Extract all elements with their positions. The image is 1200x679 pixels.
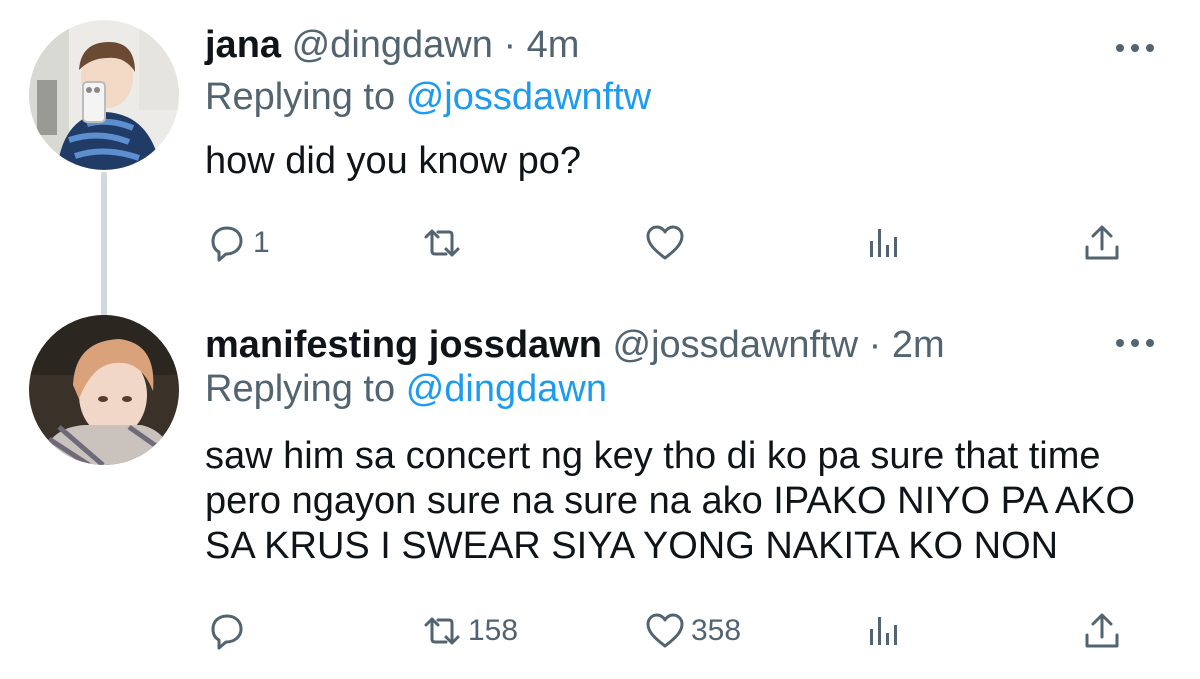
separator-dot: · [503,24,517,66]
tweet[interactable]: jana @dingdawn · 4m Replying to @jossdaw… [0,0,1200,300]
like-button[interactable] [643,218,691,268]
analytics-button[interactable] [862,218,906,268]
tweet-text: saw him sa concert ng key tho di ko pa s… [205,434,1175,569]
retweet-count: 158 [468,614,519,647]
reply-button[interactable]: 1 [205,218,270,268]
reply-icon [211,226,243,262]
retweet-icon [424,617,460,645]
more-horizontal-icon [1116,339,1124,347]
tweet-text: how did you know po? [205,139,581,184]
avatar-photo [29,315,179,465]
display-name[interactable]: manifesting jossdawn [205,324,602,366]
share-button[interactable] [1080,218,1124,268]
more-horizontal-icon [1116,44,1124,52]
avatar[interactable] [29,20,179,170]
timestamp[interactable]: 2m [892,324,945,366]
reply-icon [211,614,243,650]
tweet-text-line: saw him sa concert ng key tho di ko pa s… [205,435,1101,477]
display-name[interactable]: jana [205,24,281,66]
heart-icon [646,613,684,648]
tweet-header: manifesting jossdawn @jossdawnftw · 2m [205,322,945,368]
replying-to-label: Replying to [205,368,396,410]
like-button[interactable]: 358 [643,606,741,656]
replying-to-label: Replying to [205,76,396,118]
avatar-photo [29,20,179,170]
avatar[interactable] [29,315,179,465]
analytics-icon [870,617,897,645]
tweet-actions: 158 358 [205,606,1145,656]
analytics-button[interactable] [862,606,906,656]
retweet-button[interactable] [420,218,468,268]
tweet[interactable]: manifesting jossdawn @jossdawnftw · 2m R… [0,300,1200,679]
heart-icon [646,225,684,260]
user-handle[interactable]: @jossdawnftw [613,324,859,366]
reply-count: 1 [253,226,270,259]
tweet-header: jana @dingdawn · 4m [205,22,579,68]
retweet-button[interactable]: 158 [420,606,518,656]
tweet-actions: 1 [205,218,1145,268]
analytics-icon [870,229,897,257]
share-button[interactable] [1080,606,1124,656]
like-count: 358 [691,614,742,647]
retweet-icon [424,229,460,257]
separator-dot: · [868,324,882,366]
timestamp[interactable]: 4m [527,24,580,66]
more-options-button[interactable] [1116,335,1156,349]
tweet-text-line: SA KRUS I SWEAR SIYA YONG NAKITA KO NON [205,525,1059,567]
mention-link[interactable]: @jossdawnftw [406,76,652,118]
reply-button[interactable] [205,606,253,656]
tweet-text-line: how did you know po? [205,140,582,182]
share-icon [1085,225,1119,260]
mention-link[interactable]: @dingdawn [406,368,607,410]
user-handle[interactable]: @dingdawn [292,24,493,66]
share-icon [1085,613,1119,648]
replying-to: Replying to @jossdawnftw [205,74,651,120]
more-options-button[interactable] [1116,40,1156,54]
tweet-text-line: pero ngayon sure na sure na ako IPAKO NI… [205,480,1136,522]
replying-to: Replying to @dingdawn [205,366,607,412]
